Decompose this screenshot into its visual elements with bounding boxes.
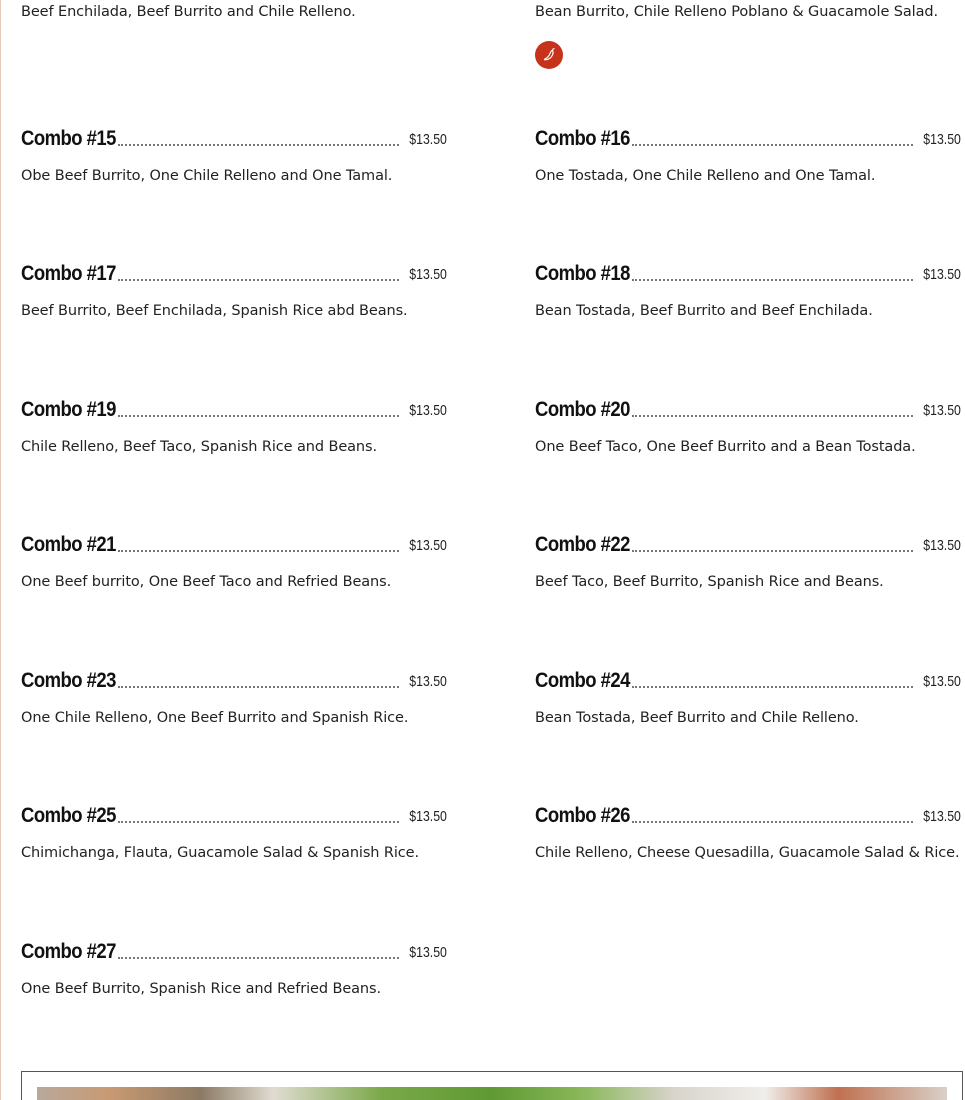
item-price: $13.50	[409, 537, 447, 554]
dot-leader	[118, 550, 399, 552]
combo-13-description: Beef Enchilada, Beef Burrito and Chile R…	[21, 4, 356, 20]
item-description: Obe Beef Burrito, One Chile Relleno and …	[21, 168, 393, 184]
item-price: $13.50	[409, 131, 447, 148]
dot-leader	[632, 821, 913, 823]
item-name: Combo #15	[21, 127, 116, 150]
dot-leader	[118, 957, 399, 959]
dot-leader	[632, 144, 913, 146]
dot-leader	[118, 144, 399, 146]
item-name: Combo #27	[21, 940, 116, 963]
item-name: Combo #25	[21, 804, 116, 827]
item-description: Bean Tostada, Beef Burrito and Chile Rel…	[535, 710, 859, 726]
item-name: Combo #21	[21, 533, 116, 556]
left-border-line	[0, 0, 1, 1100]
item-price: $13.50	[409, 808, 447, 825]
item-description: One Tostada, One Chile Relleno and One T…	[535, 168, 876, 184]
item-name: Combo #18	[535, 262, 630, 285]
item-price: $13.50	[923, 537, 961, 554]
item-description: Chimichanga, Flauta, Guacamole Salad & S…	[21, 845, 420, 861]
item-price: $13.50	[923, 808, 961, 825]
item-price: $13.50	[409, 673, 447, 690]
item-price: $13.50	[923, 266, 961, 283]
item-price: $13.50	[409, 944, 447, 961]
item-price: $13.50	[409, 266, 447, 283]
dot-leader	[632, 415, 913, 417]
item-name: Combo #16	[535, 127, 630, 150]
food-photo	[37, 1087, 947, 1100]
item-description: Bean Tostada, Beef Burrito and Beef Ench…	[535, 303, 873, 319]
item-name: Combo #22	[535, 533, 630, 556]
item-description: One Beef Taco, One Beef Burrito and a Be…	[535, 439, 916, 455]
item-description: One Beef burrito, One Beef Taco and Refr…	[21, 574, 392, 590]
dot-leader	[118, 415, 399, 417]
item-description: Beef Burrito, Beef Enchilada, Spanish Ri…	[21, 303, 408, 319]
item-name: Combo #17	[21, 262, 116, 285]
dot-leader	[118, 821, 399, 823]
item-name: Combo #20	[535, 398, 630, 421]
dot-leader	[632, 279, 913, 281]
item-name: Combo #24	[535, 669, 630, 692]
chili-pepper-icon	[535, 41, 563, 69]
item-name: Combo #26	[535, 804, 630, 827]
item-price: $13.50	[923, 673, 961, 690]
combo-14-description: Bean Burrito, Chile Relleno Poblano & Gu…	[535, 4, 939, 20]
item-description: One Chile Relleno, One Beef Burrito and …	[21, 710, 409, 726]
item-description: One Beef Burrito, Spanish Rice and Refri…	[21, 981, 381, 997]
item-name: Combo #23	[21, 669, 116, 692]
item-description: Chile Relleno, Beef Taco, Spanish Rice a…	[21, 439, 377, 455]
item-price: $13.50	[409, 402, 447, 419]
food-photo-frame	[21, 1071, 963, 1100]
item-name: Combo #19	[21, 398, 116, 421]
item-description: Chile Relleno, Cheese Quesadilla, Guacam…	[535, 845, 960, 861]
item-price: $13.50	[923, 402, 961, 419]
item-description: Beef Taco, Beef Burrito, Spanish Rice an…	[535, 574, 884, 590]
dot-leader	[118, 279, 399, 281]
dot-leader	[632, 686, 913, 688]
dot-leader	[632, 550, 913, 552]
item-price: $13.50	[923, 131, 961, 148]
dot-leader	[118, 686, 399, 688]
